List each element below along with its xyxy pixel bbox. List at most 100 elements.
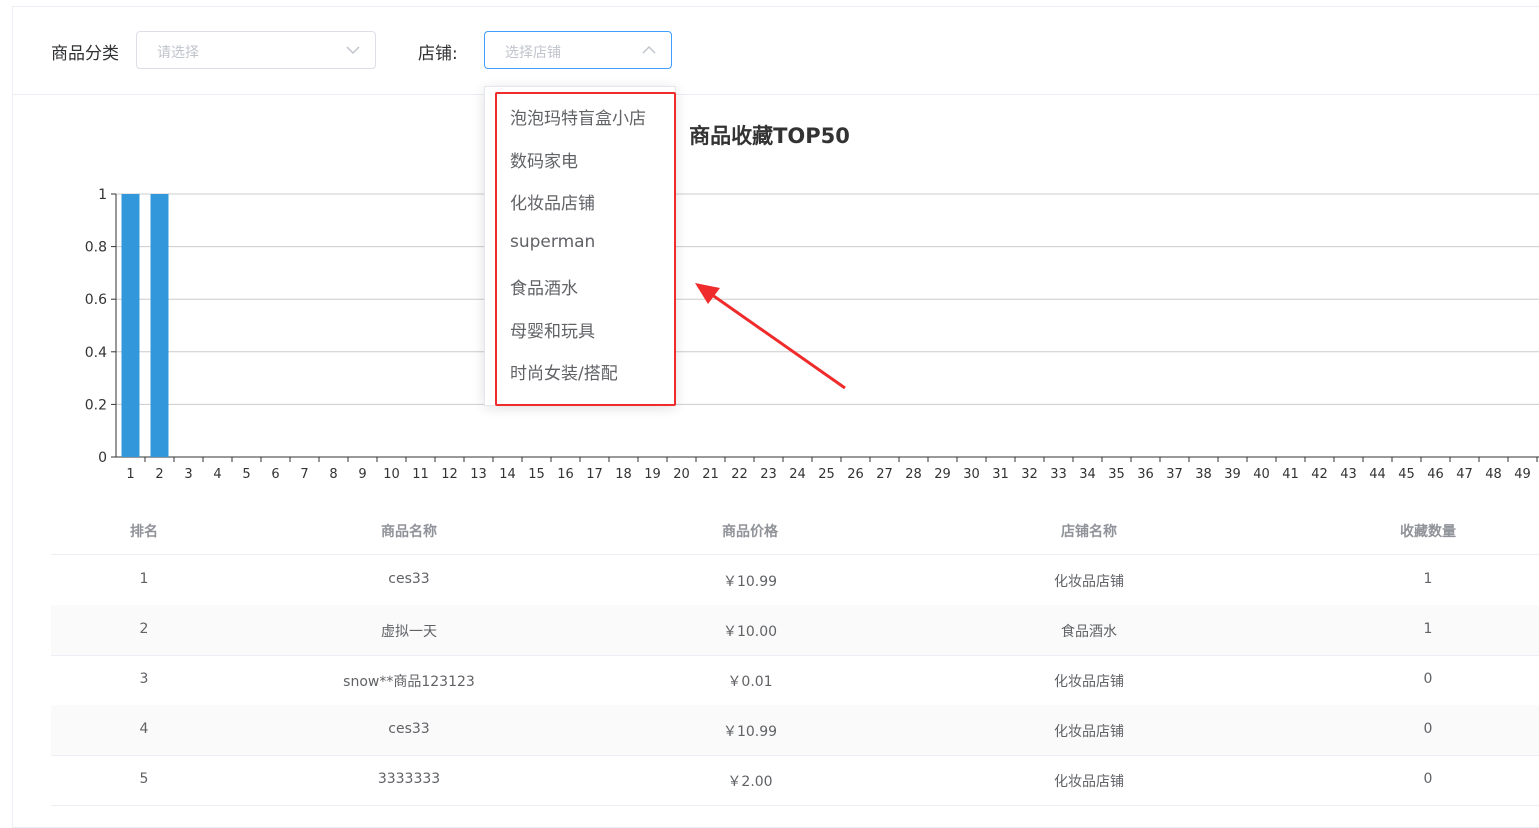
x-tick-label: 6 (271, 467, 279, 482)
cell-price: ￥10.00 (722, 624, 778, 640)
table-row: 2 虚拟一天 ￥10.00 食品酒水 1 (51, 605, 1539, 656)
table-row: 3 snow**商品123123 ￥0.01 化妆品店铺 0 (51, 655, 1539, 706)
cell-price: ￥10.99 (722, 574, 778, 590)
cell-product-name: ces33 (388, 721, 430, 737)
cell-rank: 5 (139, 771, 149, 787)
cell-rank: 3 (139, 671, 149, 687)
x-tick-label: 39 (1224, 467, 1241, 482)
cell-product-name: ces33 (388, 571, 430, 587)
x-tick-label: 20 (673, 467, 690, 482)
cell-favorites: 0 (1423, 671, 1433, 687)
x-tick-label: 1 (126, 467, 134, 482)
x-tick-label: 25 (818, 467, 835, 482)
x-tick-label: 33 (1050, 467, 1067, 482)
table-row: 5 3333333 ￥2.00 化妆品店铺 0 (51, 755, 1539, 806)
category-select-placeholder: 请选择 (157, 45, 199, 61)
chart-title: 商品收藏TOP50 (689, 124, 850, 148)
x-tick-label: 9 (358, 467, 366, 482)
x-tick-label: 19 (644, 467, 661, 482)
column-header-store-name: 店铺名称 (1061, 524, 1117, 540)
cell-favorites: 1 (1423, 621, 1433, 637)
cell-favorites: 0 (1423, 771, 1433, 787)
x-tick-label: 48 (1485, 467, 1502, 482)
x-tick-label: 16 (557, 467, 574, 482)
cell-store-name: 化妆品店铺 (1054, 724, 1124, 740)
favorites-bar-chart: 00.20.40.60.811 2 3 4 5 6 7 8 9 10 11 12 13 14 15 16 17 1… (85, 187, 1539, 482)
column-header-price: 商品价格 (722, 524, 778, 540)
x-tick-label: 43 (1340, 467, 1357, 482)
cell-price: ￥0.01 (727, 674, 773, 690)
x-tick-label: 40 (1253, 467, 1270, 482)
cell-price: ￥2.00 (727, 774, 773, 790)
x-tick-label: 36 (1137, 467, 1154, 482)
x-tick-label: 45 (1398, 467, 1415, 482)
y-tick-label: 1 (98, 187, 107, 203)
chevron-down-icon (346, 46, 360, 55)
x-tick-label: 47 (1456, 467, 1473, 482)
store-filter-label: 店铺: (418, 44, 458, 64)
x-tick-label: 44 (1369, 467, 1386, 482)
table-row: 4 ces33 ￥10.99 化妆品店铺 0 (51, 705, 1539, 756)
column-header-favorites: 收藏数量 (1400, 524, 1456, 540)
cell-store-name: 化妆品店铺 (1054, 774, 1124, 790)
cell-product-name: snow**商品123123 (343, 674, 475, 690)
x-tick-label: 8 (329, 467, 337, 482)
x-tick-label: 11 (412, 467, 429, 482)
y-tick-label: 0.8 (85, 240, 107, 256)
x-tick-label: 24 (789, 467, 806, 482)
x-tick-label: 13 (470, 467, 487, 482)
x-tick-label: 10 (383, 467, 400, 482)
x-tick-label: 17 (586, 467, 603, 482)
cell-rank: 4 (139, 721, 149, 737)
y-tick-label: 0 (98, 450, 107, 466)
chevron-up-icon (642, 45, 656, 54)
y-tick-label: 0.6 (85, 292, 107, 308)
x-tick-label: 15 (528, 467, 545, 482)
x-tick-label: 31 (992, 467, 1009, 482)
x-tick-label: 49 (1514, 467, 1531, 482)
x-tick-label: 32 (1021, 467, 1038, 482)
category-filter-label: 商品分类 (51, 44, 119, 64)
x-tick-label: 28 (905, 467, 922, 482)
x-tick-label: 37 (1166, 467, 1183, 482)
category-select[interactable]: 请选择 (136, 31, 376, 69)
x-tick-label: 41 (1282, 467, 1299, 482)
cell-product-name: 虚拟一天 (381, 624, 437, 640)
x-tick-label: 26 (847, 467, 864, 482)
x-tick-label: 38 (1195, 467, 1212, 482)
x-tick-label: 27 (876, 467, 893, 482)
cell-favorites: 1 (1423, 571, 1433, 587)
cell-favorites: 0 (1423, 721, 1433, 737)
cell-product-name: 3333333 (377, 771, 441, 787)
x-tick-label: 34 (1079, 467, 1096, 482)
y-tick-label: 0.2 (85, 397, 107, 413)
cell-rank: 2 (139, 621, 149, 637)
cell-store-name: 食品酒水 (1061, 624, 1117, 640)
cell-rank: 1 (139, 571, 149, 587)
filter-bar: 商品分类 请选择 店铺: 选择店铺 (13, 7, 1539, 95)
cell-store-name: 化妆品店铺 (1054, 574, 1124, 590)
x-tick-label: 14 (499, 467, 516, 482)
x-tick-label: 42 (1311, 467, 1328, 482)
x-tick-label: 5 (242, 467, 250, 482)
x-tick-label: 23 (760, 467, 777, 482)
x-tick-label: 3 (184, 467, 192, 482)
table-header: 排名 商品名称 商品价格 店铺名称 收藏数量 (51, 506, 1539, 555)
bar (121, 194, 140, 457)
table-row: 1 ces33 ￥10.99 化妆品店铺 1 (51, 555, 1539, 606)
bar (150, 194, 169, 457)
x-tick-label: 4 (213, 467, 221, 482)
x-tick-label: 35 (1108, 467, 1125, 482)
store-select[interactable]: 选择店铺 (484, 31, 672, 69)
cell-store-name: 化妆品店铺 (1054, 674, 1124, 690)
x-tick-label: 7 (300, 467, 308, 482)
x-tick-label: 30 (963, 467, 980, 482)
x-tick-label: 46 (1427, 467, 1444, 482)
x-tick-label: 2 (155, 467, 163, 482)
annotation-highlight-box (495, 92, 676, 406)
cell-price: ￥10.99 (722, 724, 778, 740)
column-header-rank: 排名 (130, 524, 158, 540)
x-tick-label: 22 (731, 467, 748, 482)
x-tick-label: 12 (441, 467, 458, 482)
y-tick-label: 0.4 (85, 345, 107, 361)
